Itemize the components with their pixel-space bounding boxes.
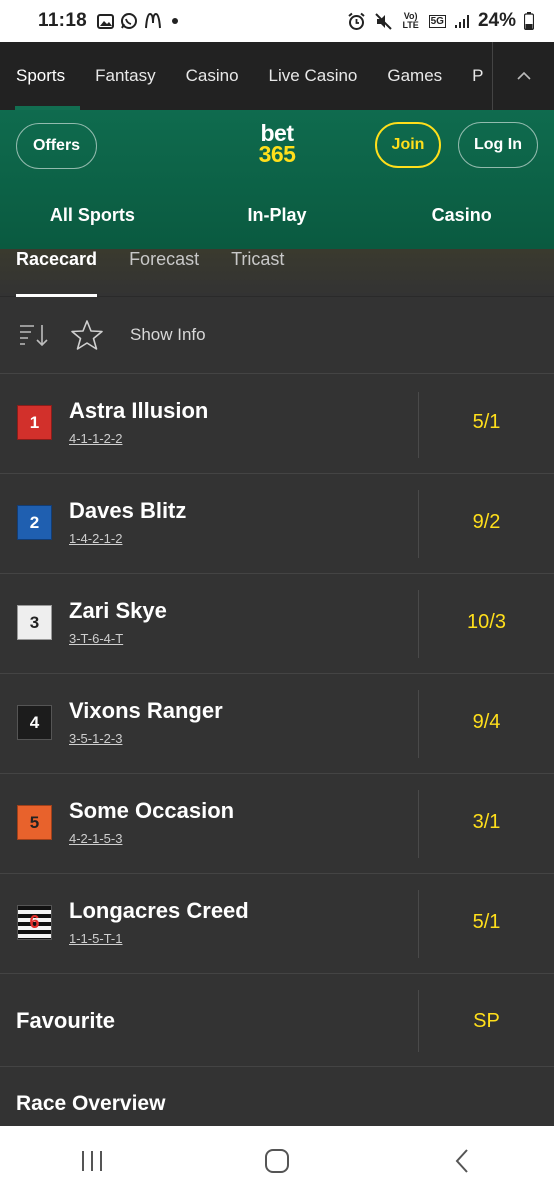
runner-name: Zari Skye	[69, 598, 167, 623]
saddle-cloth: 5	[17, 805, 52, 840]
runner-name: Vixons Ranger	[69, 698, 223, 723]
runner-odds-button[interactable]: 5/1	[419, 911, 554, 934]
race-overview-heading[interactable]: Race Overview	[16, 1092, 165, 1116]
logo-365: 365	[258, 140, 296, 167]
runner-name: Daves Blitz	[69, 498, 187, 523]
runner-form[interactable]: 4-2-1-5-3	[69, 831, 122, 846]
runner-name: Longacres Creed	[69, 898, 249, 923]
gallery-icon	[97, 13, 115, 29]
favourite-row[interactable]: Favourite SP	[0, 974, 554, 1067]
runner-odds-button[interactable]: 3/1	[419, 811, 554, 834]
join-button[interactable]: Join	[375, 122, 441, 168]
saddle-cloth: 2	[17, 505, 52, 540]
runner-row[interactable]: 4 Vixons Ranger 3-5-1-2-3 9/4	[0, 674, 554, 774]
5g-icon: 5G	[428, 14, 446, 28]
runner-form[interactable]: 3-5-1-2-3	[69, 731, 122, 746]
top-nav: Sports Fantasy Casino Live Casino Games …	[0, 42, 554, 110]
show-info-toggle[interactable]: Show Info	[130, 325, 206, 345]
runner-odds-button[interactable]: 9/4	[419, 711, 554, 734]
chevron-up-icon	[516, 67, 531, 85]
saddle-cloth: 4	[17, 705, 52, 740]
back-icon	[454, 1148, 470, 1179]
dot-icon	[168, 14, 182, 28]
login-button[interactable]: Log In	[458, 122, 538, 168]
tab-racecard[interactable]: Racecard	[16, 249, 98, 297]
runner-row[interactable]: 6 Longacres Creed 1-1-5-T-1 5/1	[0, 874, 554, 974]
status-time: 11:18	[38, 10, 88, 31]
tab-fantasy[interactable]: Fantasy	[80, 42, 170, 110]
alarm-icon	[347, 12, 366, 31]
runner-form[interactable]: 4-1-1-2-2	[69, 431, 122, 446]
sub-nav: All Sports In-Play Casino	[0, 190, 554, 240]
tab-sports[interactable]: Sports	[0, 42, 81, 110]
tab-p-truncated[interactable]: P	[457, 42, 492, 110]
saddle-cloth: 6	[17, 905, 52, 940]
android-nav-bar	[0, 1126, 554, 1200]
bet365-logo[interactable]: bet 365	[252, 122, 302, 167]
nav-collapse-button[interactable]	[492, 42, 554, 110]
recent-apps-button[interactable]	[62, 1133, 122, 1193]
saddle-cloth: 1	[17, 405, 52, 440]
tab-forecast[interactable]: Forecast	[129, 249, 199, 297]
volte-icon: Vo) LTE	[402, 11, 419, 30]
battery-icon	[524, 12, 534, 30]
star-icon[interactable]	[70, 319, 104, 351]
sort-icon[interactable]	[18, 321, 50, 349]
runner-odds-button[interactable]: 10/3	[419, 611, 554, 634]
sub-nav-casino[interactable]: Casino	[369, 205, 554, 226]
battery-percent: 24%	[477, 10, 516, 31]
top-nav-tabs: Sports Fantasy Casino Live Casino Games …	[0, 42, 492, 110]
tab-tricast[interactable]: Tricast	[231, 249, 284, 297]
tab-casino[interactable]: Casino	[171, 42, 254, 110]
sub-nav-all-sports[interactable]: All Sports	[0, 205, 185, 226]
runner-form[interactable]: 3-T-6-4-T	[69, 631, 123, 646]
whatsapp-icon	[120, 12, 138, 30]
runner-form[interactable]: 1-1-5-T-1	[69, 931, 122, 946]
runner-odds-button[interactable]: 9/2	[419, 511, 554, 534]
back-button[interactable]	[432, 1133, 492, 1193]
mcdonalds-icon	[144, 13, 162, 29]
favourite-sp-button[interactable]: SP	[419, 1010, 554, 1033]
tab-games[interactable]: Games	[372, 42, 457, 110]
recent-apps-icon	[79, 1149, 105, 1178]
runner-row[interactable]: 3 Zari Skye 3-T-6-4-T 10/3	[0, 574, 554, 674]
runner-form[interactable]: 1-4-2-1-2	[69, 531, 122, 546]
home-icon	[264, 1148, 290, 1179]
runner-row[interactable]: 1 Astra Illusion 4-1-1-2-2 5/1	[0, 374, 554, 474]
offers-button[interactable]: Offers	[16, 123, 97, 169]
favourite-label: Favourite	[16, 1008, 116, 1033]
mute-icon	[374, 12, 393, 31]
racecard-toolbar: Show Info	[0, 297, 554, 374]
runner-row[interactable]: 5 Some Occasion 4-2-1-5-3 3/1	[0, 774, 554, 874]
race-tabs: Racecard Forecast Tricast	[0, 249, 554, 297]
runner-name: Some Occasion	[69, 798, 235, 823]
runner-odds-button[interactable]: 5/1	[419, 411, 554, 434]
site-header: Offers bet 365 Join Log In All Sports In…	[0, 110, 554, 249]
saddle-cloth: 3	[17, 605, 52, 640]
home-button[interactable]	[247, 1133, 307, 1193]
signal-icon	[454, 14, 470, 29]
runner-row[interactable]: 2 Daves Blitz 1-4-2-1-2 9/2	[0, 474, 554, 574]
runner-name: Astra Illusion	[69, 398, 209, 423]
tab-live-casino[interactable]: Live Casino	[254, 42, 373, 110]
status-bar: 11:18 Vo) LTE 5G 24%	[0, 0, 554, 42]
sub-nav-in-play[interactable]: In-Play	[185, 205, 370, 226]
